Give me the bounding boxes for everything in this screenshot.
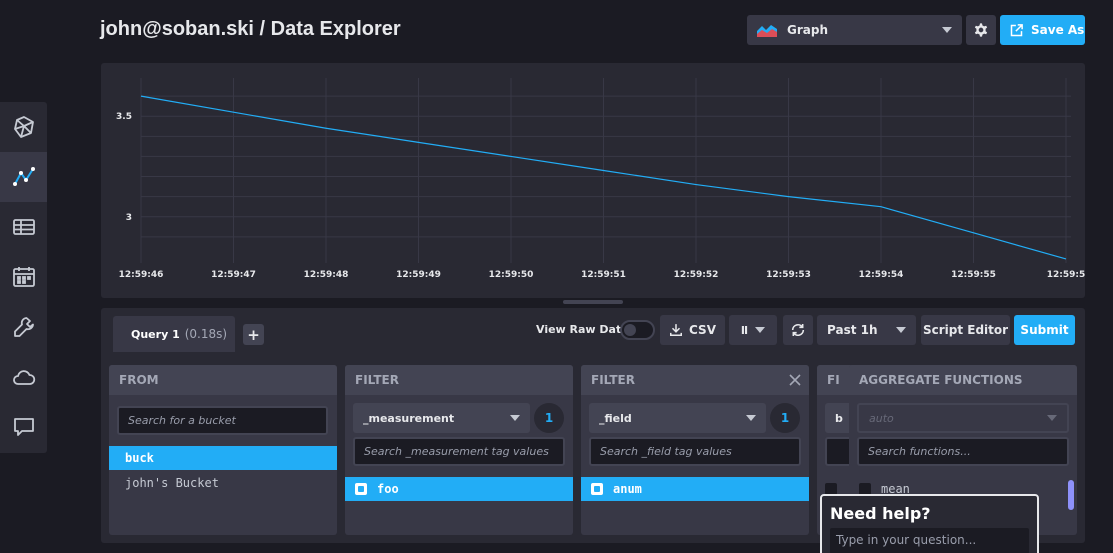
time-range-label: Past 1h bbox=[827, 323, 878, 337]
x-tick-label: 12:59:5 bbox=[1047, 270, 1085, 280]
x-tick-label: 12:59:49 bbox=[396, 270, 441, 280]
nav-feedback[interactable] bbox=[0, 402, 47, 452]
x-tick-label: 12:59:47 bbox=[211, 270, 256, 280]
selected-count-badge: 1 bbox=[770, 403, 800, 433]
selected-count-badge: 1 bbox=[534, 403, 564, 433]
help-title: Need help? bbox=[830, 504, 931, 523]
tasks-calendar-icon bbox=[12, 267, 35, 287]
page-title: john@soban.ski / Data Explorer bbox=[100, 18, 401, 40]
tag-value-item[interactable]: anum bbox=[581, 477, 809, 501]
filter-key-label: _measurement bbox=[363, 411, 455, 425]
x-axis-ticks: 12:59:46 12:59:47 12:59:48 12:59:49 12:59:50… bbox=[119, 270, 1085, 280]
view-raw-data-label: View Raw Data bbox=[536, 323, 629, 336]
tag-values-search-input[interactable]: Search _measurement tag values bbox=[353, 437, 565, 466]
feedback-icon bbox=[13, 418, 34, 436]
help-widget[interactable]: Need help? Type in your question... bbox=[820, 494, 1039, 553]
bucket-item[interactable]: john's Bucket bbox=[109, 471, 337, 495]
refresh-icon bbox=[791, 324, 805, 336]
csv-label: CSV bbox=[689, 323, 716, 337]
save-as-button[interactable]: Save As bbox=[1000, 15, 1085, 45]
y-axis-ticks: 33.5 bbox=[116, 112, 132, 223]
refresh-button[interactable] bbox=[783, 315, 813, 345]
tag-values-search-input[interactable]: Search _field tag values bbox=[589, 437, 801, 466]
csv-download-button[interactable]: CSV bbox=[660, 315, 725, 345]
graph-type-icon bbox=[757, 24, 777, 37]
functions-search-input[interactable]: Search functions... bbox=[857, 437, 1069, 466]
nav-cloud[interactable] bbox=[0, 352, 47, 402]
chevron-down-icon bbox=[755, 327, 766, 333]
tag-value-label: anum bbox=[613, 482, 642, 496]
graph-settings-button[interactable] bbox=[966, 15, 996, 45]
y-tick-label: 3.5 bbox=[116, 112, 132, 122]
tag-value-label: foo bbox=[377, 482, 399, 496]
time-range-dropdown[interactable]: Past 1h bbox=[817, 315, 916, 345]
filter-card-title: FILTER bbox=[591, 373, 635, 387]
nav-tasks[interactable] bbox=[0, 252, 47, 302]
autorefresh-dropdown[interactable]: II bbox=[729, 315, 777, 345]
data-explorer-icon bbox=[12, 167, 35, 186]
window-period-dropdown[interactable]: auto bbox=[857, 403, 1069, 433]
chevron-down-icon bbox=[896, 327, 906, 333]
x-tick-label: 12:59:52 bbox=[674, 270, 719, 280]
filter-card-measurement: FILTER _measurement 1 Search _measuremen… bbox=[345, 365, 573, 535]
x-tick-label: 12:59:51 bbox=[581, 270, 626, 280]
dashboards-icon bbox=[12, 219, 35, 235]
nav-data-explorer[interactable] bbox=[0, 152, 47, 202]
download-icon bbox=[670, 324, 683, 337]
close-icon[interactable] bbox=[789, 374, 801, 386]
x-tick-label: 12:59:48 bbox=[304, 270, 349, 280]
sidebar bbox=[0, 102, 47, 453]
nav-getting-started[interactable] bbox=[0, 102, 47, 152]
view-raw-data-toggle[interactable] bbox=[620, 320, 655, 340]
script-editor-button[interactable]: Script Editor bbox=[921, 315, 1010, 345]
x-tick-label: 12:59:46 bbox=[119, 270, 164, 280]
bucket-item-selected[interactable]: buck bbox=[109, 446, 337, 470]
bucket-search-input[interactable]: Search for a bucket bbox=[117, 406, 328, 435]
add-query-button[interactable]: + bbox=[243, 324, 264, 345]
from-card-header: FROM bbox=[109, 365, 337, 395]
filter-key-label: _field bbox=[599, 411, 632, 425]
filter-card-field: FILTER _field 1 Search _field tag values… bbox=[581, 365, 809, 535]
query-tab[interactable]: Query 1 (0.18s) bbox=[113, 316, 235, 352]
functions-scrollbar[interactable] bbox=[1068, 480, 1074, 510]
chevron-down-icon bbox=[1047, 415, 1057, 421]
checkbox-checked-icon bbox=[591, 483, 603, 495]
query-tab-name: Query 1 bbox=[131, 327, 180, 341]
pause-icon: II bbox=[740, 323, 748, 337]
x-tick-label: 12:59:53 bbox=[766, 270, 811, 280]
filter-key-dropdown[interactable]: _measurement bbox=[353, 403, 530, 433]
from-card: FROM Search for a bucket buck john's Buc… bbox=[109, 365, 337, 535]
nav-settings[interactable] bbox=[0, 302, 47, 352]
line-chart: 33.5 12:59:46 12:59:47 12:59:48 12:59:49 12:… bbox=[116, 78, 1085, 280]
y-tick-label: 3 bbox=[126, 213, 132, 223]
resize-handle[interactable] bbox=[563, 300, 623, 304]
help-question-input[interactable]: Type in your question... bbox=[830, 528, 1029, 553]
wrench-icon bbox=[13, 317, 34, 337]
x-tick-label: 12:59:54 bbox=[859, 270, 904, 280]
submit-button[interactable]: Submit bbox=[1014, 315, 1075, 345]
chevron-down-icon bbox=[746, 415, 756, 421]
cube-icon bbox=[13, 116, 34, 138]
x-tick-label: 12:59:55 bbox=[951, 270, 996, 280]
cloud-icon bbox=[12, 370, 35, 385]
filter-card-header: FILTER bbox=[581, 365, 809, 395]
nav-dashboards[interactable] bbox=[0, 202, 47, 252]
chevron-down-icon bbox=[942, 27, 952, 33]
visualization-select[interactable]: Graph bbox=[747, 15, 962, 45]
checkbox-checked-icon bbox=[355, 483, 367, 495]
toggle-knob bbox=[624, 324, 636, 336]
tag-value-item[interactable]: foo bbox=[345, 477, 573, 501]
graph-panel[interactable]: 3 3.5 12:59:46 12:59:47 12:59:48 12:59:49 12:… bbox=[101, 63, 1085, 298]
aggregate-card-header: AGGREGATE FUNCTIONS bbox=[849, 365, 1077, 395]
chevron-down-icon bbox=[510, 415, 520, 421]
save-as-label: Save As bbox=[1031, 23, 1085, 37]
query-tab-time: (0.18s) bbox=[184, 327, 228, 341]
gear-icon bbox=[974, 23, 988, 37]
window-period-value: auto bbox=[869, 411, 894, 425]
visualization-label: Graph bbox=[787, 23, 828, 37]
filter-key-dropdown[interactable]: _field bbox=[589, 403, 766, 433]
x-tick-label: 12:59:50 bbox=[489, 270, 534, 280]
export-icon bbox=[1010, 23, 1023, 36]
filter-card-header: FILTER bbox=[345, 365, 573, 395]
